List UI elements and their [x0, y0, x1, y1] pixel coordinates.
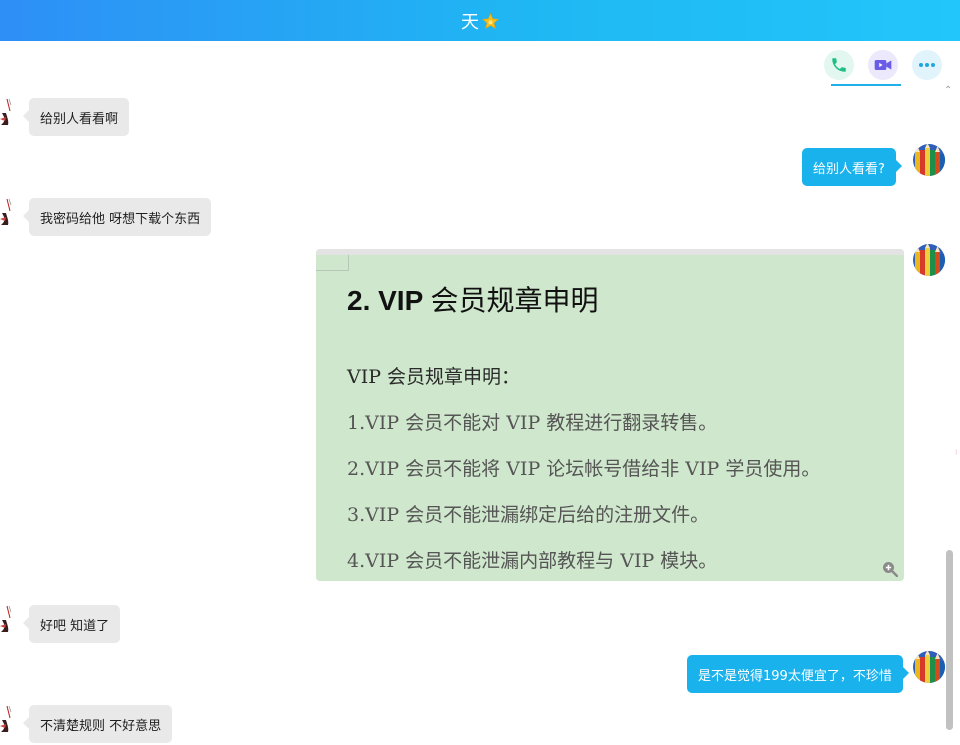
contact-avatar[interactable] — [0, 704, 20, 734]
document-heading: VIP 会员规章申明： — [347, 366, 521, 388]
contact-avatar[interactable] — [0, 604, 20, 634]
video-call-button[interactable] — [868, 50, 898, 80]
outgoing-message[interactable]: 给别人看看? — [802, 148, 902, 186]
chat-header: 天 — [0, 0, 960, 41]
contact-avatar[interactable] — [0, 197, 20, 227]
more-dots-icon — [919, 63, 935, 67]
incoming-message[interactable]: 我密码给他 呀想下载个东西 — [22, 198, 212, 236]
rule-line: 3.VIP 会员不能泄漏绑定后给的注册文件。 — [347, 504, 710, 526]
phone-icon — [832, 58, 846, 72]
voice-call-button[interactable] — [824, 50, 854, 80]
zoom-in-icon[interactable] — [882, 561, 898, 577]
video-camera-icon — [874, 60, 892, 70]
document-title: 2. VIP 会员规章申明 — [347, 279, 599, 319]
more-options-button[interactable] — [912, 50, 942, 80]
rule-line: 4.VIP 会员不能泄漏内部教程与 VIP 模块。 — [347, 550, 718, 572]
my-avatar[interactable] — [913, 144, 945, 176]
toolbar-active-indicator — [831, 84, 901, 86]
outgoing-message[interactable]: 是不是觉得199太便宜了，不珍惜 — [687, 655, 909, 693]
document-margin-mark — [316, 255, 349, 271]
chat-toolbar — [824, 50, 942, 80]
rule-line: 1.VIP 会员不能对 VIP 教程进行翻录转售。 — [347, 412, 718, 434]
incoming-message[interactable]: 给别人看看啊 — [22, 98, 130, 136]
chat-title: 天 — [461, 11, 479, 33]
chevron-up-icon[interactable]: ⌃ — [944, 85, 952, 96]
image-document-topbar — [316, 249, 904, 255]
star-icon — [482, 13, 499, 30]
contact-avatar[interactable] — [0, 97, 20, 127]
image-message[interactable]: 2. VIP 会员规章申明 VIP 会员规章申明： 1.VIP 会员不能对 VI… — [316, 249, 904, 581]
incoming-message[interactable]: 不清楚规则 不好意思 — [22, 705, 173, 743]
rule-line: 2.VIP 会员不能将 VIP 论坛帐号借给非 VIP 学员使用。 — [347, 458, 821, 480]
chat-scrollbar[interactable] — [946, 550, 953, 730]
my-avatar[interactable] — [913, 651, 945, 683]
incoming-message[interactable]: 好吧 知道了 — [22, 605, 121, 643]
document-title-text: 会员规章申明 — [430, 284, 599, 317]
document-title-prefix: 2. VIP — [347, 285, 431, 316]
edge-marker: ⁝ — [955, 448, 958, 457]
my-avatar[interactable] — [913, 244, 945, 276]
